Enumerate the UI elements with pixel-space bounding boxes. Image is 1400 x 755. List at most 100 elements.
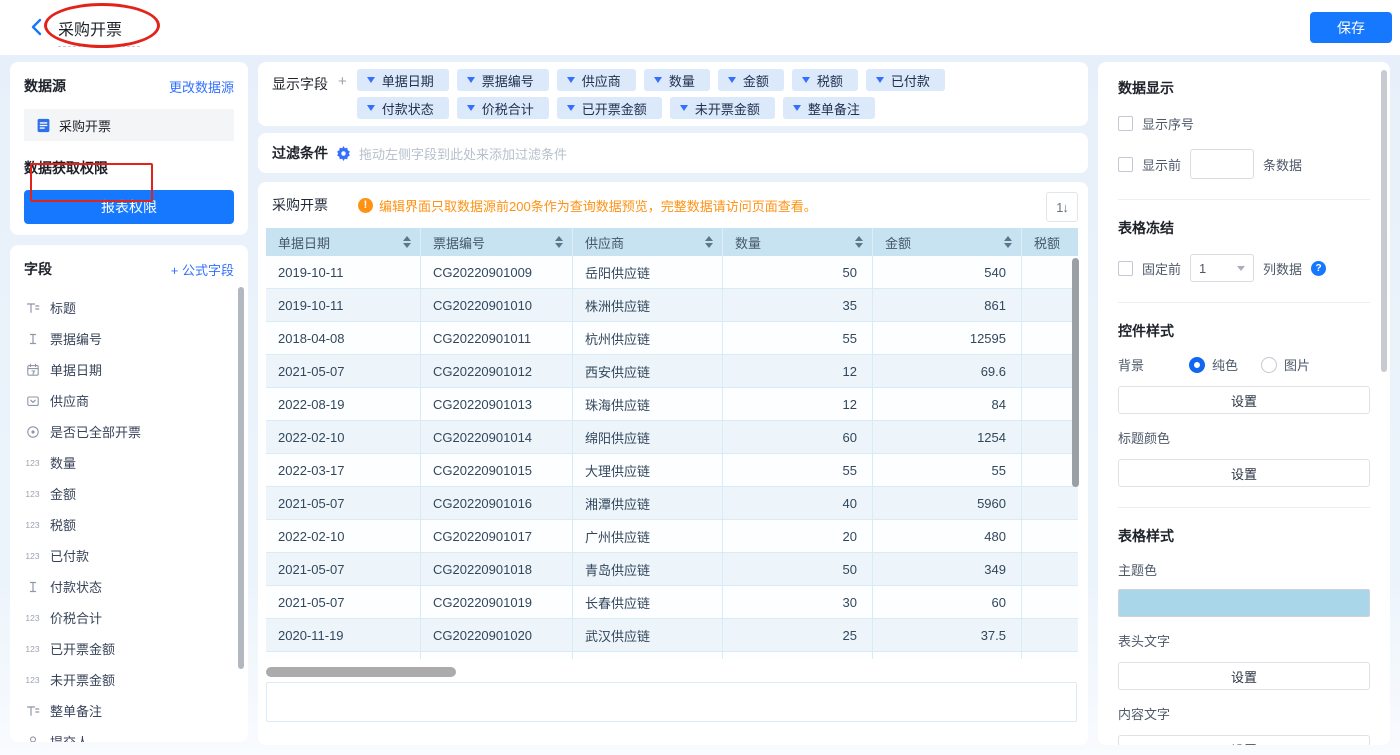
table-cell: 绵阳供应链 <box>573 421 723 453</box>
column-header[interactable]: 单据日期 <box>266 228 421 256</box>
table-vertical-scrollbar[interactable] <box>1072 258 1079 487</box>
table-cell: 岳阳供应链 <box>573 256 723 288</box>
display-field-chip[interactable]: 数量 <box>644 69 710 91</box>
gear-icon[interactable] <box>336 146 351 161</box>
add-formula-field-link[interactable]: + 公式字段 <box>171 260 234 279</box>
chevron-down-icon <box>567 77 575 83</box>
table-row[interactable]: 2022-08-19CG20220901013珠海供应链1284 <box>266 388 1078 421</box>
sort-icon[interactable] <box>855 236 863 248</box>
image-radio[interactable] <box>1261 357 1277 373</box>
table-cell: 杭州供应链 <box>573 322 723 354</box>
field-item[interactable]: 123已付款 <box>24 540 234 571</box>
table-row[interactable]: 2020-11-19CG20220901020武汉供应链2537.5 <box>266 619 1078 652</box>
add-display-field-button[interactable]: + <box>338 69 347 119</box>
display-field-chip-label: 已开票金额 <box>582 99 647 118</box>
field-item[interactable]: 提交人 <box>24 726 234 742</box>
table-row[interactable]: 2019-10-11CG20220901010株洲供应链35861 <box>266 289 1078 322</box>
field-item[interactable]: 123未开票金额 <box>24 664 234 695</box>
sort-icon[interactable] <box>705 236 713 248</box>
fields-scrollbar[interactable] <box>238 287 244 669</box>
display-field-chip[interactable]: 整单备注 <box>783 97 875 119</box>
table-row[interactable]: 2022-02-10CG20220901014绵阳供应链601254 <box>266 421 1078 454</box>
display-field-chip-label: 已付款 <box>891 71 930 90</box>
field-item[interactable]: 123数量 <box>24 447 234 478</box>
field-item[interactable]: 123价税合计 <box>24 602 234 633</box>
content-text-set-button[interactable]: 设置 <box>1118 735 1370 745</box>
background-set-button[interactable]: 设置 <box>1118 386 1370 414</box>
save-button[interactable]: 保存 <box>1310 12 1392 43</box>
table-cell: 30 <box>723 586 873 618</box>
header-text-set-button[interactable]: 设置 <box>1118 662 1370 690</box>
field-item[interactable]: 付款状态 <box>24 571 234 602</box>
divider <box>1118 302 1370 303</box>
field-item[interactable]: 123金额 <box>24 478 234 509</box>
display-field-chip[interactable]: 票据编号 <box>457 69 549 91</box>
field-item[interactable]: 票据编号 <box>24 323 234 354</box>
solid-color-radio[interactable] <box>1189 357 1205 373</box>
sort-asc-icon <box>1004 236 1012 241</box>
table-row[interactable]: 2021-05-07CG20220901012西安供应链1269.6 <box>266 355 1078 388</box>
table-cell: 60 <box>723 421 873 453</box>
sort-icon[interactable] <box>555 236 563 248</box>
table-row[interactable]: 2021-05-07CG20220901018青岛供应链50349 <box>266 553 1078 586</box>
fix-columns-checkbox[interactable] <box>1118 261 1133 276</box>
display-field-chip[interactable]: 供应商 <box>557 69 636 91</box>
page-title[interactable]: 采购开票 <box>58 16 140 47</box>
table-row[interactable]: 2019-10-11CG20220901009岳阳供应链50540 <box>266 256 1078 289</box>
theme-color-swatch[interactable] <box>1118 589 1370 617</box>
datasource-item[interactable]: 采购开票 <box>24 109 234 141</box>
report-permission-button[interactable]: 报表权限 <box>24 190 234 224</box>
display-field-chip[interactable]: 税额 <box>792 69 858 91</box>
sort-desc-icon <box>705 243 713 248</box>
display-field-chip[interactable]: 未开票金额 <box>670 97 775 119</box>
table-row[interactable]: 2022-02-10CG20220901017广州供应链20480 <box>266 520 1078 553</box>
display-field-chip-label: 单据日期 <box>382 71 434 90</box>
settings-scrollbar[interactable] <box>1381 70 1387 372</box>
fix-columns-select[interactable]: 1 <box>1190 254 1254 282</box>
header-text-label: 表头文字 <box>1118 631 1370 650</box>
title-color-set-button[interactable]: 设置 <box>1118 459 1370 487</box>
field-item[interactable]: 123税额 <box>24 509 234 540</box>
column-header[interactable]: 供应商 <box>573 228 723 256</box>
column-header-label: 税额 <box>1034 233 1060 252</box>
display-field-chip[interactable]: 金额 <box>718 69 784 91</box>
help-icon[interactable] <box>1311 261 1326 276</box>
column-header[interactable]: 票据编号 <box>421 228 573 256</box>
table-cell: 广州供应链 <box>573 520 723 552</box>
column-header[interactable]: 金额 <box>873 228 1022 256</box>
sort-icon[interactable] <box>403 236 411 248</box>
change-datasource-link[interactable]: 更改数据源 <box>169 77 234 96</box>
display-field-chip[interactable]: 单据日期 <box>357 69 449 91</box>
field-item[interactable]: 整单备注 <box>24 695 234 726</box>
back-icon[interactable] <box>27 17 47 37</box>
person-icon <box>24 735 41 743</box>
table-row[interactable]: 2021-05-07CG20220901019长春供应链3060 <box>266 586 1078 619</box>
table-row[interactable]: 2018-04-08CG20220901011杭州供应链5512595 <box>266 322 1078 355</box>
sort-order-button[interactable]: 1↓ <box>1046 192 1078 222</box>
field-item-label: 是否已全部开票 <box>50 422 141 441</box>
field-item[interactable]: 供应商 <box>24 385 234 416</box>
warning-icon <box>358 198 373 213</box>
chevron-down-icon <box>467 105 475 111</box>
table-cell <box>1022 355 1078 387</box>
table-row[interactable]: 2022-03-17CG20220901015大理供应链5555 <box>266 454 1078 487</box>
table-row[interactable]: 2021-05-07CG20220901016湘潭供应链405960 <box>266 487 1078 520</box>
horizontal-scrollbar[interactable] <box>266 667 456 677</box>
field-item[interactable]: 123已开票金额 <box>24 633 234 664</box>
show-index-checkbox[interactable] <box>1118 116 1133 131</box>
show-first-checkbox[interactable] <box>1118 157 1133 172</box>
display-field-chip[interactable]: 付款状态 <box>357 97 449 119</box>
field-item[interactable]: 单据日期 <box>24 354 234 385</box>
table-cell: 480 <box>873 520 1022 552</box>
display-field-chip-label: 数量 <box>669 71 695 90</box>
display-field-chip[interactable]: 已付款 <box>866 69 945 91</box>
display-field-chip[interactable]: 价税合计 <box>457 97 549 119</box>
row-count-input[interactable] <box>1190 149 1254 179</box>
field-item[interactable]: 是否已全部开票 <box>24 416 234 447</box>
display-field-chip[interactable]: 已开票金额 <box>557 97 662 119</box>
column-header[interactable]: 数量 <box>723 228 873 256</box>
column-header[interactable]: 税额 <box>1022 228 1078 256</box>
field-item[interactable]: 标题 <box>24 292 234 323</box>
sort-icon[interactable] <box>1004 236 1012 248</box>
table-cell: CG20220901013 <box>421 388 573 420</box>
